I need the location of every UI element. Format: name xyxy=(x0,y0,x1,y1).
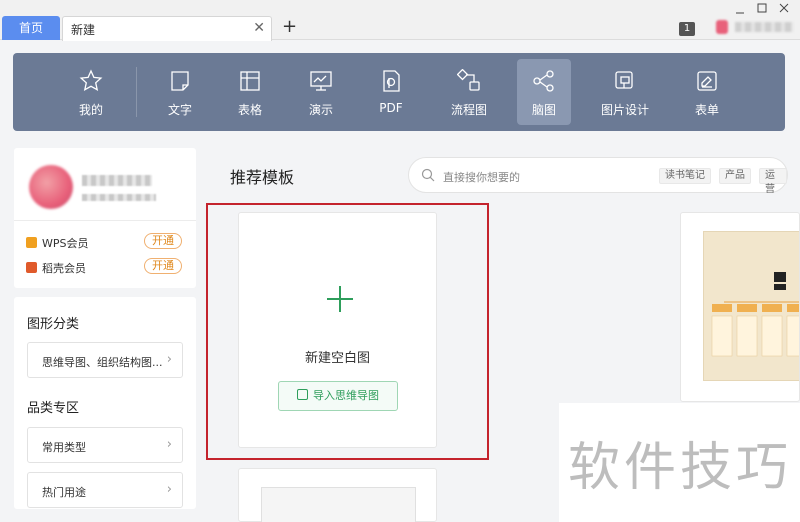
user-info-blurred xyxy=(82,194,156,201)
tool-image-design-label: 图片设计 xyxy=(600,103,649,117)
tool-presentation-label: 演示 xyxy=(308,103,333,117)
tab-new-label: 新建 xyxy=(71,23,96,37)
category-item-label: 思维导图、组织结构图... xyxy=(42,356,163,369)
watermark-text: 软件技巧 xyxy=(568,438,793,498)
category-item-label: 热门用途 xyxy=(42,486,86,499)
tool-form[interactable]: 表单 xyxy=(675,59,739,125)
profile-divider xyxy=(14,220,196,221)
title-bar: 首页 新建 ✕ + 1 xyxy=(0,0,800,41)
tool-flowchart[interactable]: 流程图 xyxy=(437,59,501,125)
org-chart-thumbnail xyxy=(711,272,799,357)
tool-writer[interactable]: 文字 xyxy=(148,59,212,125)
category-item-popular[interactable]: 热门用途 › xyxy=(27,472,183,508)
table-icon xyxy=(240,71,260,91)
minimize-icon[interactable] xyxy=(734,4,746,16)
search-tag[interactable]: 运营 xyxy=(759,168,787,195)
search-tag[interactable]: 读书笔记 xyxy=(659,168,711,184)
highlight-frame xyxy=(206,203,489,460)
tool-mine[interactable]: 我的 xyxy=(59,59,123,125)
search-icon xyxy=(421,168,435,182)
docer-member-row: 稻壳会员 xyxy=(26,260,86,276)
mindmap-icon xyxy=(533,70,554,92)
close-tab-icon[interactable]: ✕ xyxy=(253,20,265,36)
tool-spreadsheet-label: 表格 xyxy=(237,103,262,117)
docer-member-icon xyxy=(26,262,37,273)
category-panel: 图形分类 思维导图、组织结构图... › 品类专区 常用类型 › 热门用途 › xyxy=(14,297,196,509)
category-item-common[interactable]: 常用类型 › xyxy=(27,427,183,463)
app-toolbar: 我的 文字 表格 演示 PDF 流程图 脑图 图片设计 表单 xyxy=(13,53,785,131)
docer-member-open-button[interactable]: 开通 xyxy=(144,258,182,274)
toolbar-divider xyxy=(136,67,137,117)
product-zone-heading: 品类专区 xyxy=(27,401,80,416)
graphic-category-heading: 图形分类 xyxy=(27,317,80,332)
tool-mindmap[interactable]: 脑图 xyxy=(517,59,571,125)
wps-member-row: WPS会员 xyxy=(26,235,89,251)
user-avatar-mini[interactable] xyxy=(716,20,728,34)
template-card[interactable] xyxy=(680,212,800,402)
tool-mindmap-label: 脑图 xyxy=(531,103,556,117)
category-item-label: 常用类型 xyxy=(42,441,86,454)
tool-writer-label: 文字 xyxy=(167,103,192,117)
docer-member-label: 稻壳会员 xyxy=(42,262,86,275)
user-name-blurred xyxy=(735,22,793,32)
tool-mine-label: 我的 xyxy=(78,103,103,117)
tool-presentation[interactable]: 演示 xyxy=(289,59,353,125)
presentation-icon xyxy=(310,71,332,91)
chevron-right-icon: › xyxy=(166,437,172,452)
pdf-icon xyxy=(383,70,400,92)
wps-member-open-button[interactable]: 开通 xyxy=(144,233,182,249)
search-input[interactable]: 直接搜你想要的 读书笔记 产品 运营 xyxy=(408,157,788,195)
form-icon xyxy=(697,71,717,91)
document-icon xyxy=(171,71,189,91)
profile-panel: WPS会员 开通 稻壳会员 开通 xyxy=(14,148,196,288)
add-tab-button[interactable]: + xyxy=(282,16,297,38)
template-thumbnail xyxy=(261,487,416,522)
image-design-icon xyxy=(615,71,633,89)
chevron-right-icon: › xyxy=(166,352,172,367)
maximize-icon[interactable] xyxy=(756,2,768,14)
tab-home[interactable]: 首页 xyxy=(2,16,60,40)
tool-pdf[interactable]: PDF xyxy=(359,59,423,125)
tool-pdf-label: PDF xyxy=(379,101,403,115)
tool-flowchart-label: 流程图 xyxy=(450,103,487,117)
tab-new[interactable]: 新建 ✕ xyxy=(62,16,272,41)
window-close-icon[interactable] xyxy=(778,2,790,14)
notification-badge[interactable]: 1 xyxy=(679,22,695,36)
template-thumbnail xyxy=(703,231,799,381)
search-tag[interactable]: 产品 xyxy=(719,168,751,184)
wps-member-label: WPS会员 xyxy=(42,237,89,250)
tool-spreadsheet[interactable]: 表格 xyxy=(218,59,282,125)
star-icon xyxy=(79,69,103,91)
page-title: 推荐模板 xyxy=(230,168,295,187)
chevron-right-icon: › xyxy=(166,482,172,497)
flowchart-icon xyxy=(457,69,480,91)
tool-image-design[interactable]: 图片设计 xyxy=(593,59,657,125)
username-blurred xyxy=(82,175,152,186)
wps-member-icon xyxy=(26,237,37,248)
template-card[interactable] xyxy=(238,468,437,522)
tool-form-label: 表单 xyxy=(694,103,719,117)
category-item-mindmap[interactable]: 思维导图、组织结构图... › xyxy=(27,342,183,378)
avatar[interactable] xyxy=(29,165,73,209)
search-placeholder: 直接搜你想要的 xyxy=(443,171,520,184)
